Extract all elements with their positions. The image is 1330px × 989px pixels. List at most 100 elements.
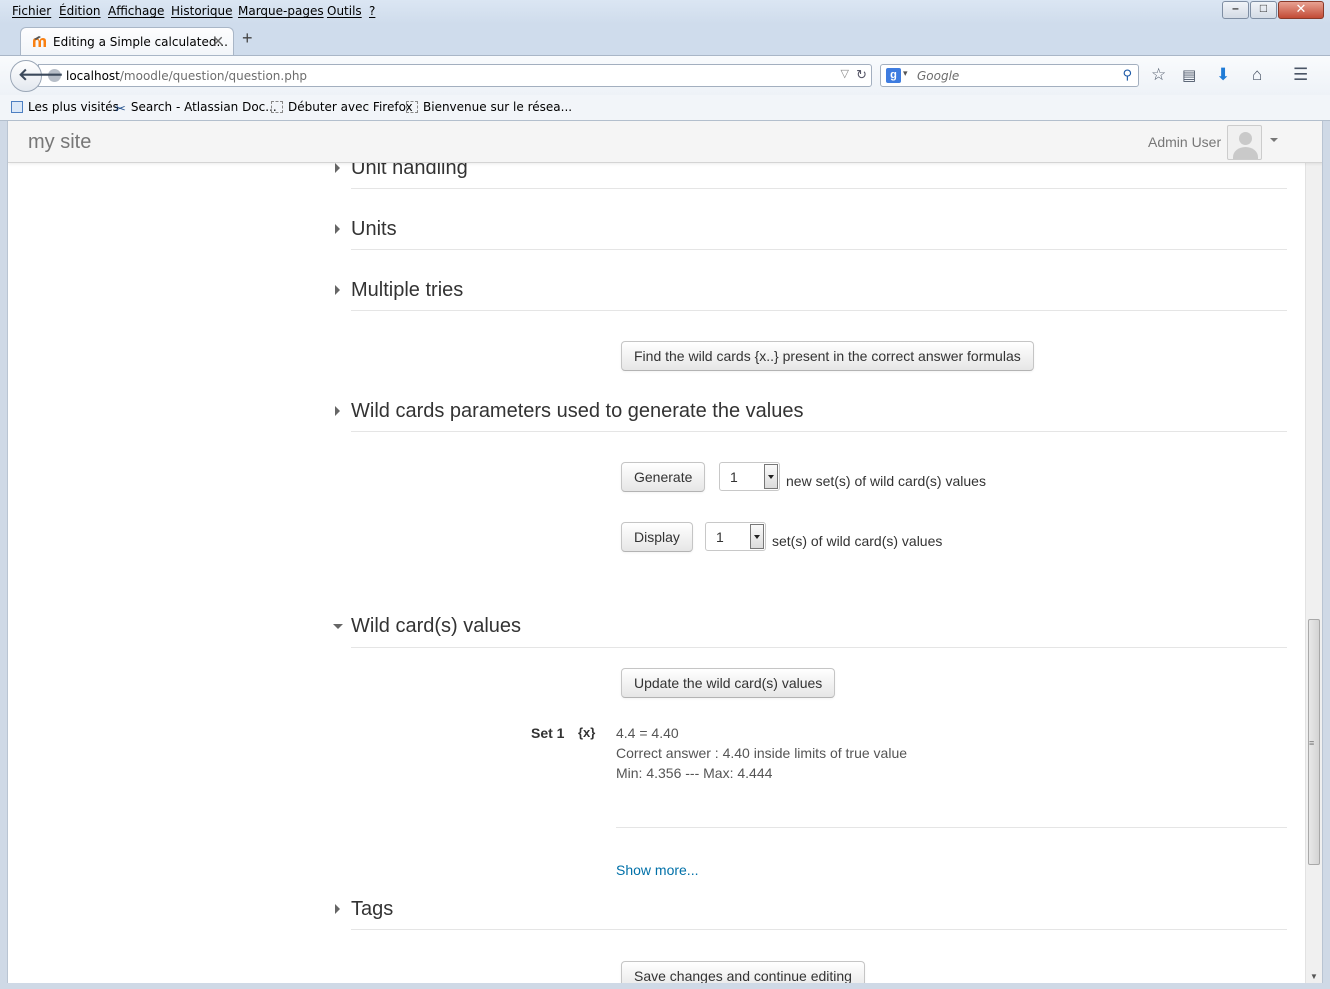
scroll-down-arrow-icon[interactable]: ▼ — [1310, 972, 1318, 981]
dropdown-arrow-icon[interactable] — [750, 524, 764, 549]
section-wildcard-parameters[interactable]: Wild cards parameters used to generate t… — [335, 400, 1287, 434]
section-units[interactable]: Units — [335, 218, 1287, 252]
engine-dropdown-icon[interactable]: ▾ — [903, 68, 908, 79]
generate-count-select[interactable]: 1 — [719, 462, 780, 491]
moodle-favicon-icon — [33, 36, 46, 47]
section-divider — [351, 431, 1287, 432]
bookmarks-toolbar: Les plus visités ✂ Search - Atlassian Doc… — [0, 95, 1330, 121]
scrollbar-grip-icon: ≡ — [1309, 738, 1315, 748]
google-engine-icon[interactable]: g — [886, 68, 901, 83]
set-value-line: 4.4 = 4.40 — [616, 725, 679, 741]
open-menu-icon[interactable]: ☰ — [1293, 65, 1308, 85]
section-title[interactable]: Wild card(s) values — [351, 615, 521, 638]
set-label: Set 1 — [531, 725, 565, 741]
bookmark-firefox-start[interactable]: Débuter avec Firefox — [271, 100, 413, 114]
menu-fichier[interactable]: Fichier — [12, 4, 51, 18]
section-title[interactable]: Units — [351, 218, 397, 241]
section-wildcard-values[interactable]: Wild card(s) values — [333, 615, 1287, 649]
section-title[interactable]: Wild cards parameters used to generate t… — [351, 400, 803, 423]
dropdown-arrow-icon[interactable] — [764, 464, 778, 489]
back-arrow-icon: 🡐 — [18, 65, 64, 84]
close-icon: ✕ — [1295, 1, 1307, 16]
menu-marque-pages[interactable]: Marque-pages — [238, 4, 324, 18]
site-brand[interactable]: my site — [28, 131, 91, 154]
url-bar[interactable]: localhost/moodle/question/question.php ▽… — [38, 64, 872, 87]
display-button[interactable]: Display — [621, 522, 693, 552]
section-title[interactable]: Tags — [351, 898, 393, 921]
set-correct-line: Correct answer : 4.40 inside limits of t… — [616, 745, 908, 761]
bookmark-most-visited[interactable]: Les plus visités — [11, 100, 119, 114]
tab-editing-question[interactable]: Editing a Simple calculated... ✕ — [20, 27, 234, 55]
home-icon[interactable]: ⌂ — [1252, 65, 1262, 85]
most-visited-icon — [11, 101, 23, 113]
tab-close-icon[interactable]: ✕ — [212, 33, 224, 50]
collapsed-triangle-icon[interactable] — [335, 406, 340, 416]
tab-strip: Editing a Simple calculated... ✕ + — [0, 24, 1330, 55]
maximize-button[interactable]: □ — [1250, 1, 1277, 19]
collapsed-triangle-icon[interactable] — [335, 224, 340, 234]
search-placeholder: Google — [917, 69, 960, 83]
moodle-navbar: my site Admin User — [8, 121, 1322, 163]
set-minmax-line: Min: 4.356 --- Max: 4.444 — [616, 765, 773, 781]
user-menu-caret-icon[interactable] — [1270, 138, 1278, 142]
find-wildcards-button[interactable]: Find the wild cards {x..} present in the… — [621, 341, 1034, 371]
close-window-button[interactable]: ✕ — [1278, 1, 1324, 19]
menu-bar: Fichier Édition Affichage Historique Mar… — [0, 0, 1330, 24]
section-multiple-tries[interactable]: Multiple tries — [335, 279, 1287, 313]
set-variable: {x} — [578, 725, 596, 740]
maximize-icon: □ — [1259, 1, 1268, 15]
menu-affichage[interactable]: Affichage — [108, 4, 164, 18]
select-value: 1 — [730, 469, 738, 485]
page-scrollbar[interactable]: ≡ ▼ — [1305, 163, 1322, 983]
atlassian-icon: ✂ — [115, 102, 126, 117]
bookmark-welcome[interactable]: Bienvenue sur le résea... — [406, 100, 572, 114]
generate-button[interactable]: Generate — [621, 462, 706, 492]
menu-historique[interactable]: Historique — [171, 4, 233, 18]
new-tab-button[interactable]: + — [242, 28, 253, 49]
section-title[interactable]: Multiple tries — [351, 279, 463, 302]
avatar[interactable] — [1227, 125, 1262, 160]
section-divider — [351, 249, 1287, 250]
show-more-link[interactable]: Show more... — [616, 862, 698, 878]
minimize-icon: – — [1232, 1, 1239, 15]
section-divider — [351, 929, 1287, 930]
section-divider — [351, 310, 1287, 311]
collapsed-triangle-icon[interactable] — [335, 904, 340, 914]
set-divider — [616, 827, 1287, 828]
search-icon[interactable]: ⚲ — [1122, 67, 1132, 83]
url-text: localhost/moodle/question/question.php — [66, 69, 307, 83]
window-controls: – □ ✕ — [1221, 1, 1324, 19]
update-wildcard-values-button[interactable]: Update the wild card(s) values — [621, 668, 836, 698]
generate-suffix-label: new set(s) of wild card(s) values — [786, 473, 986, 489]
minimize-button[interactable]: – — [1222, 1, 1249, 19]
menu-help[interactable]: ? — [369, 4, 375, 18]
section-tags[interactable]: Tags — [335, 898, 1287, 932]
display-count-select[interactable]: 1 — [705, 522, 766, 551]
downloads-icon[interactable]: ⬇ — [1216, 65, 1230, 85]
section-divider — [351, 647, 1287, 648]
bookmark-atlassian[interactable]: ✂ Search - Atlassian Doc... — [115, 100, 277, 117]
save-continue-button[interactable]: Save changes and continue editing — [621, 961, 865, 983]
navigation-bar: localhost/moodle/question/question.php ▽… — [0, 55, 1330, 95]
tab-title: Editing a Simple calculated... — [53, 35, 228, 49]
search-bar[interactable]: g ▾ Google ⚲ — [880, 64, 1139, 87]
page-viewport: my site Admin User Unit handling Units M… — [7, 121, 1323, 983]
back-button[interactable]: 🡐 — [10, 60, 64, 92]
reload-icon[interactable]: ↻ — [856, 67, 867, 83]
bookmarks-list-icon[interactable]: ▤ — [1182, 66, 1196, 84]
expanded-triangle-icon[interactable] — [333, 624, 343, 629]
blank-page-icon — [406, 101, 418, 113]
blank-page-icon — [271, 101, 283, 113]
display-suffix-label: set(s) of wild card(s) values — [772, 533, 943, 549]
url-history-dropdown-icon[interactable]: ▽ — [841, 67, 849, 80]
user-name[interactable]: Admin User — [1148, 134, 1221, 150]
url-path: /moodle/question/question.php — [119, 69, 308, 83]
select-value: 1 — [716, 529, 724, 545]
menu-edition[interactable]: Édition — [59, 4, 101, 18]
menu-outils[interactable]: Outils — [327, 4, 362, 18]
collapsed-triangle-icon[interactable] — [335, 285, 340, 295]
section-divider — [351, 188, 1287, 189]
bookmark-star-icon[interactable]: ☆ — [1151, 65, 1166, 85]
url-host: localhost — [66, 69, 120, 83]
collapsed-triangle-icon[interactable] — [335, 163, 340, 173]
